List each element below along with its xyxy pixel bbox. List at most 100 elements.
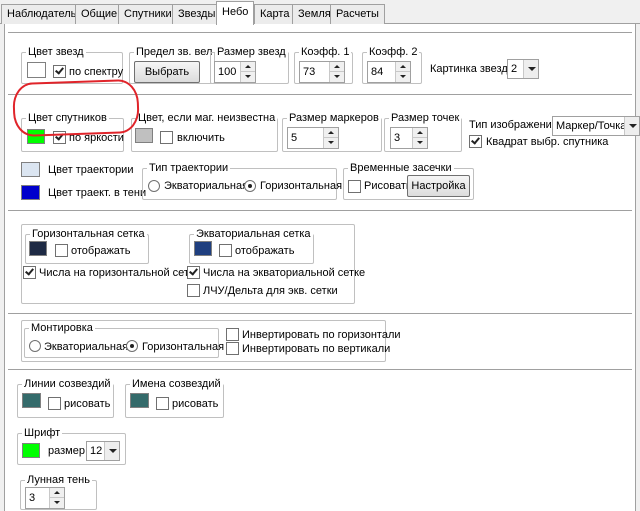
star-picture-label: Картинка звезд	[430, 63, 508, 75]
constellation-names-color-swatch[interactable]	[130, 393, 149, 408]
moon-shadow-legend: Лунная тень	[27, 474, 90, 486]
time-ticks-legend: Временные засечки	[350, 162, 452, 174]
horizontal-grid-color-swatch[interactable]	[29, 241, 47, 256]
font-color-swatch[interactable]	[22, 443, 40, 458]
coef1-spinner[interactable]: 73	[299, 61, 345, 83]
equatorial-grid-show-checkbox[interactable]	[219, 244, 232, 257]
tab-map[interactable]: Карта	[254, 4, 296, 24]
spin-up-icon[interactable]	[241, 62, 255, 72]
equatorial-grid-show-label: отображать	[235, 245, 295, 257]
moon-shadow-spinner[interactable]: 3	[25, 487, 65, 509]
unknown-mag-swatch[interactable]	[135, 128, 153, 143]
mount-horizontal-radio[interactable]	[126, 340, 138, 352]
point-size-spinner[interactable]: 3	[390, 127, 428, 149]
spin-up-icon[interactable]	[50, 488, 64, 498]
font-size-select[interactable]: 12	[86, 441, 120, 461]
separator	[8, 210, 632, 212]
point-size-value: 3	[394, 132, 401, 144]
satellite-color-swatch[interactable]	[27, 129, 45, 144]
coef1-legend: Коэфф. 1	[301, 46, 350, 58]
ra-dec-checkbox[interactable]	[187, 284, 200, 297]
tab-bar: Наблюдатель Общие Спутники Звезды Небо К…	[0, 0, 640, 25]
sat-square-checkbox[interactable]	[469, 135, 482, 148]
trajectory-color-swatch[interactable]	[21, 162, 40, 177]
coef2-value: 84	[371, 66, 384, 78]
star-size-legend: Размер звезд	[217, 46, 286, 58]
horizontal-grid-show-checkbox[interactable]	[55, 244, 68, 257]
invert-horizontal-checkbox[interactable]	[226, 328, 239, 341]
by-brightness-checkbox[interactable]	[53, 131, 66, 144]
marker-size-value: 5	[291, 132, 298, 144]
constellation-names-draw-checkbox[interactable]	[156, 397, 169, 410]
enable-checkbox[interactable]	[160, 131, 173, 144]
satellite-color-legend: Цвет спутников	[28, 112, 107, 124]
tab-observer[interactable]: Наблюдатель	[1, 4, 83, 24]
constellation-lines-draw-checkbox[interactable]	[48, 397, 61, 410]
coef2-legend: Коэфф. 2	[369, 46, 418, 58]
spin-up-icon[interactable]	[413, 128, 427, 138]
enable-label: включить	[177, 132, 225, 144]
spin-down-icon[interactable]	[241, 72, 255, 82]
trajectory-color-label: Цвет траектории	[48, 164, 134, 176]
equatorial-grid-color-swatch[interactable]	[194, 241, 212, 256]
star-size-spinner[interactable]: 100	[214, 61, 256, 83]
constellation-names-legend: Имена созвездий	[132, 378, 221, 390]
star-picture-select[interactable]: 2	[507, 59, 539, 79]
star-color-swatch[interactable]	[27, 62, 46, 78]
equatorial-grid-legend: Экваториальная сетка	[196, 228, 311, 240]
font-size-label: размер	[48, 445, 85, 457]
time-ticks-draw-checkbox[interactable]	[348, 180, 361, 193]
by-spectrum-label: по спектру	[69, 66, 124, 78]
separator	[8, 369, 632, 371]
horizontal-grid-numbers-checkbox[interactable]	[23, 266, 36, 279]
invert-horizontal-label: Инвертировать по горизонтали	[242, 329, 401, 341]
spin-up-icon[interactable]	[324, 128, 338, 138]
equatorial-grid-numbers-checkbox[interactable]	[187, 266, 200, 279]
star-size-value: 100	[218, 66, 237, 78]
point-size-legend: Размер точек	[391, 112, 460, 124]
spin-down-icon[interactable]	[50, 498, 64, 508]
separator	[8, 94, 632, 96]
tab-satellites[interactable]: Спутники	[118, 4, 178, 24]
select-button[interactable]: Выбрать	[134, 61, 200, 83]
tab-calculations[interactable]: Расчеты	[330, 4, 385, 24]
ra-dec-label: ЛЧУ/Дельта для экв. сетки	[203, 285, 338, 297]
spin-down-icon[interactable]	[330, 72, 344, 82]
horizontal-grid-legend: Горизонтальная сетка	[32, 228, 145, 240]
spin-up-icon[interactable]	[396, 62, 410, 72]
equatorial-grid-numbers-label: Числа на экваториальной сетке	[203, 267, 366, 279]
horizontal-grid-show-label: отображать	[71, 245, 131, 257]
tab-general[interactable]: Общие	[75, 4, 124, 24]
trajectory-horizontal-radio[interactable]	[244, 180, 256, 192]
constellation-lines-color-swatch[interactable]	[22, 393, 41, 408]
chevron-down-icon	[523, 60, 538, 78]
coef2-spinner[interactable]: 84	[367, 61, 411, 83]
mount-equatorial-label: Экваториальная	[44, 341, 129, 353]
font-legend: Шрифт	[24, 427, 61, 439]
tab-stars[interactable]: Звезды	[172, 4, 222, 24]
spin-down-icon[interactable]	[413, 138, 427, 148]
tab-sky[interactable]: Небо	[216, 1, 255, 25]
spin-down-icon[interactable]	[324, 138, 338, 148]
marker-size-spinner[interactable]: 5	[287, 127, 339, 149]
trajectory-equatorial-radio[interactable]	[148, 180, 160, 192]
moon-shadow-value: 3	[29, 492, 36, 504]
image-type-label: Тип изображения	[469, 119, 558, 131]
by-spectrum-checkbox[interactable]	[53, 65, 66, 78]
mount-legend: Монтировка	[31, 322, 93, 334]
invert-vertical-checkbox[interactable]	[226, 342, 239, 355]
settings-button[interactable]: Настройка	[407, 175, 470, 197]
mount-equatorial-radio[interactable]	[29, 340, 41, 352]
trajectory-shadow-color-swatch[interactable]	[21, 185, 40, 200]
trajectory-shadow-label: Цвет траект. в тени	[48, 187, 147, 199]
image-type-value: Маркер/Точка	[556, 120, 627, 132]
image-type-select[interactable]: Маркер/Точка	[552, 116, 640, 136]
constellation-lines-draw-label: рисовать	[64, 398, 111, 410]
sat-square-label: Квадрат выбр. спутника	[486, 136, 609, 148]
spin-up-icon[interactable]	[330, 62, 344, 72]
time-ticks-draw-label: Рисовать	[364, 180, 412, 192]
spin-down-icon[interactable]	[396, 72, 410, 82]
star-limit-legend: Предел зв. вел	[136, 46, 213, 58]
chevron-down-icon	[104, 442, 119, 460]
mount-horizontal-label: Горизонтальная	[142, 341, 225, 353]
